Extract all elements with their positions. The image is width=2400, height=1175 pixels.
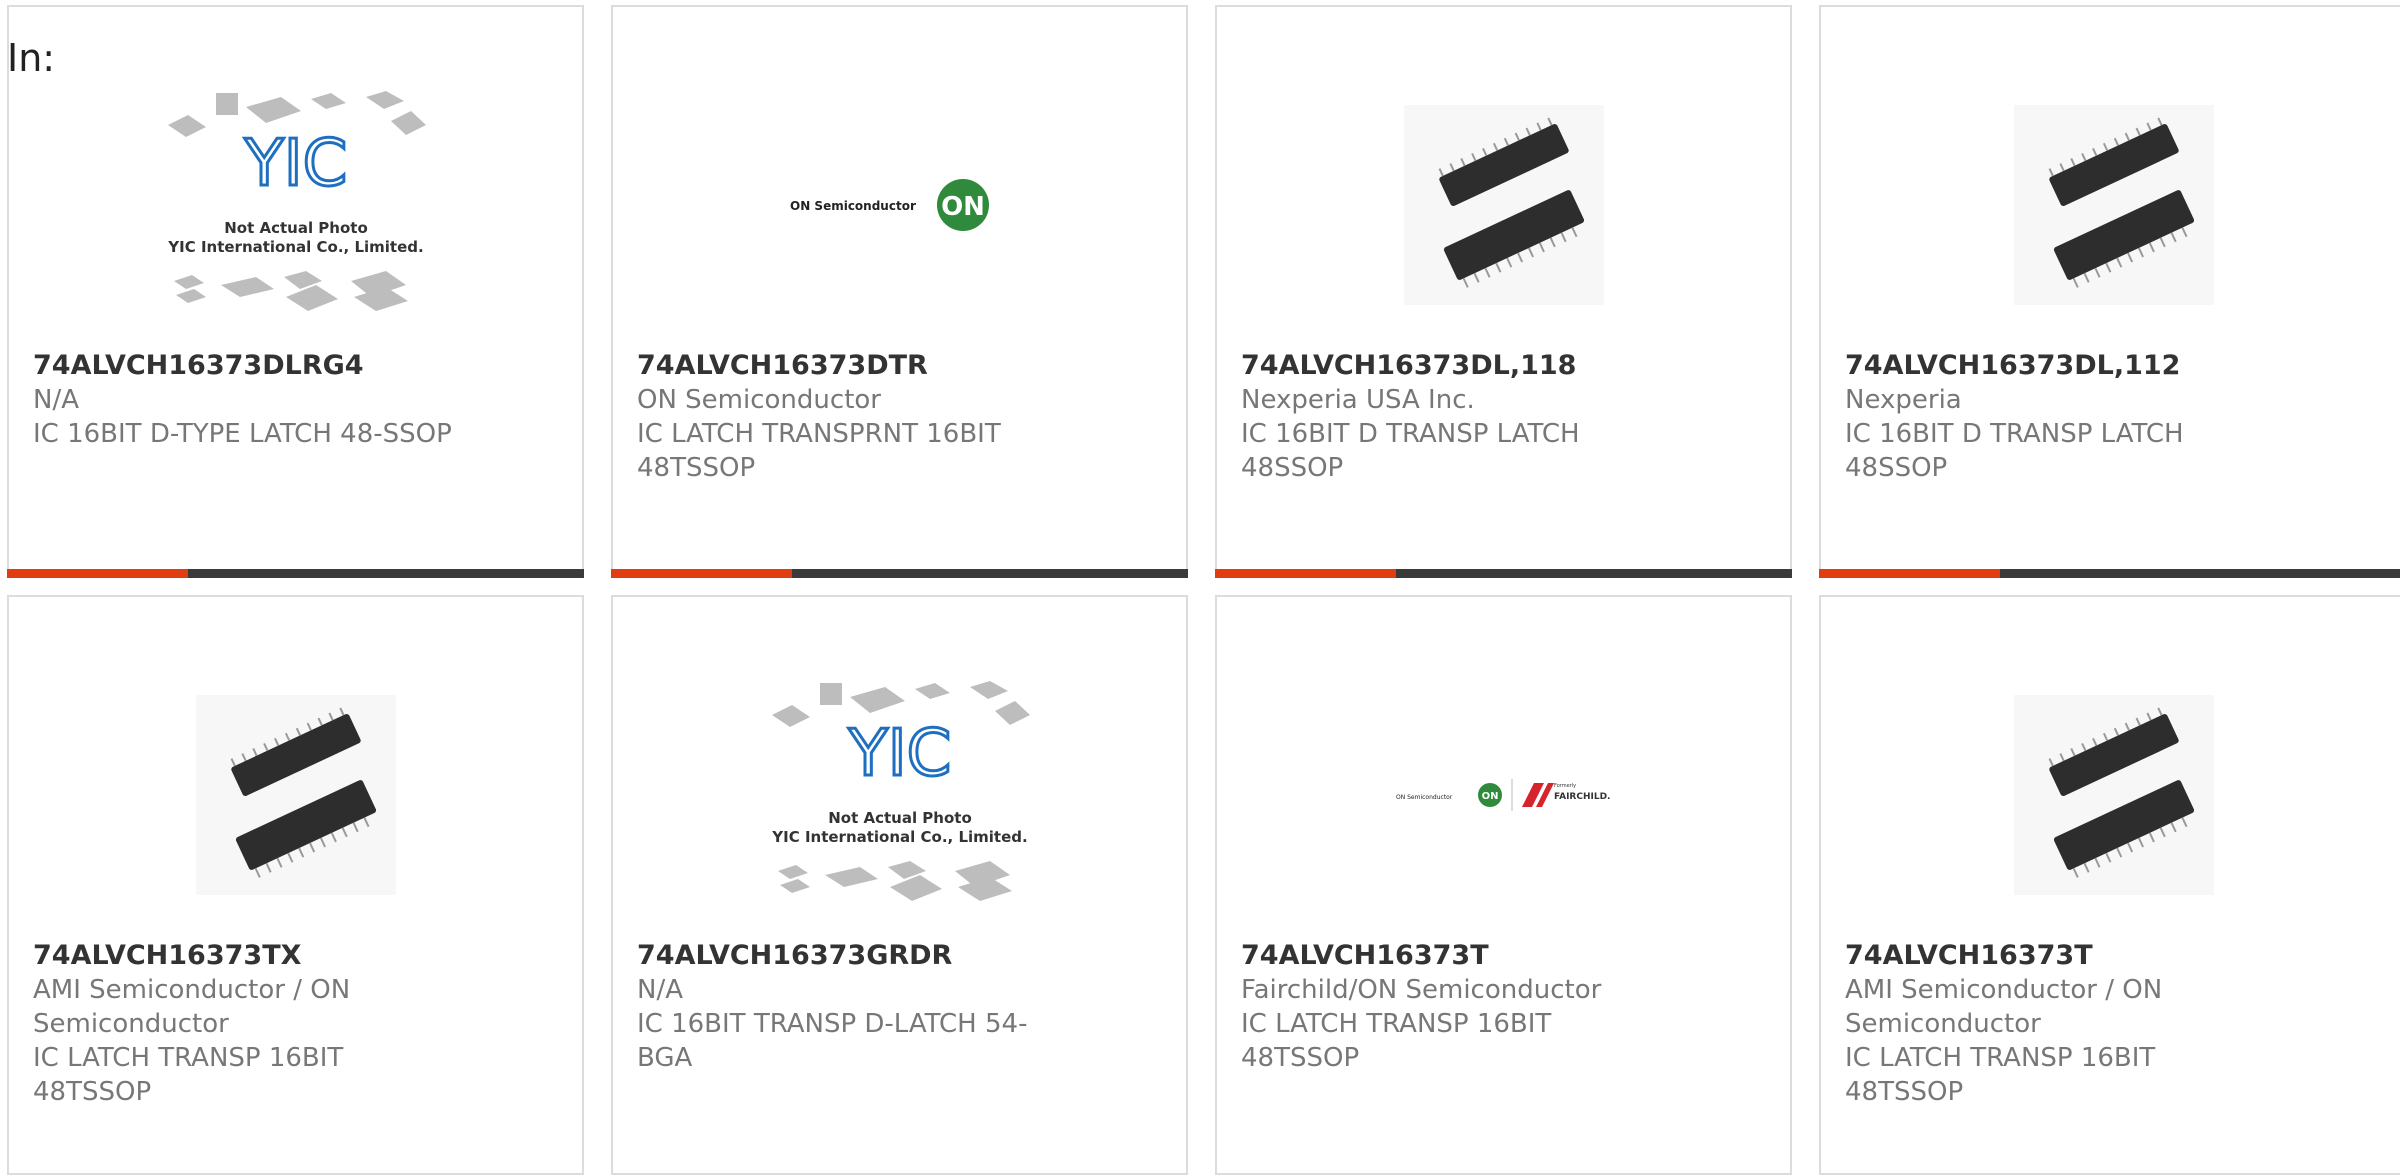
product-photo[interactable] bbox=[9, 652, 582, 937]
svg-text:YIC International Co., Limited: YIC International Co., Limited. bbox=[167, 238, 423, 256]
product-card[interactable]: YIC Not Actual Photo YIC International C… bbox=[611, 595, 1188, 1175]
description-line2: 48SSOP bbox=[1845, 453, 1948, 483]
part-number[interactable]: 74ALVCH16373GRDR bbox=[637, 939, 1077, 973]
svg-text:ON: ON bbox=[1481, 791, 1498, 802]
card-footer-accent bbox=[611, 569, 792, 578]
ssop-chip-image bbox=[2014, 694, 2214, 895]
yic-logo-text: YIC bbox=[243, 127, 347, 201]
product-photo[interactable] bbox=[1821, 62, 2400, 347]
yic-placeholder-image: YIC Not Actual Photo YIC International C… bbox=[771, 680, 1030, 901]
product-photo[interactable]: YIC Not Actual Photo YIC International C… bbox=[613, 652, 1186, 937]
svg-text:ON Semiconductor: ON Semiconductor bbox=[1396, 794, 1453, 801]
part-number[interactable]: 74ALVCH16373T bbox=[1845, 939, 2285, 973]
manufacturer: N/A bbox=[637, 975, 683, 1005]
product-photo[interactable] bbox=[1821, 652, 2400, 937]
description-line2: 48TSSOP bbox=[33, 1077, 152, 1107]
ssop-chip-image bbox=[195, 694, 396, 895]
product-photo[interactable]: YIC Not Actual Photo YIC International C… bbox=[9, 62, 582, 347]
description: IC LATCH TRANSPRNT 16BIT bbox=[637, 419, 1001, 449]
manufacturer: AMI Semiconductor / ON bbox=[33, 975, 351, 1005]
manufacturer-line2: Semiconductor bbox=[33, 1009, 229, 1039]
product-card[interactable]: ON Semiconductor ON Formerly FAIRCHILD. … bbox=[1215, 595, 1792, 1175]
product-card[interactable]: 74ALVCH16373T AMI Semiconductor / ON Sem… bbox=[1819, 595, 2400, 1175]
card-footer-accent bbox=[1215, 569, 1396, 578]
card-footer-bar bbox=[1819, 569, 2400, 578]
manufacturer: N/A bbox=[33, 385, 79, 415]
product-card[interactable]: 74ALVCH16373DL,112 Nexperia IC 16BIT D T… bbox=[1819, 5, 2400, 578]
ssop-chip-image bbox=[1403, 104, 1604, 305]
description: IC 16BIT D TRANSP LATCH bbox=[1241, 419, 1580, 449]
manufacturer: AMI Semiconductor / ON bbox=[1845, 975, 2163, 1005]
product-card[interactable]: 74ALVCH16373TX AMI Semiconductor / ON Se… bbox=[7, 595, 584, 1175]
description-line2: 48SSOP bbox=[1241, 453, 1344, 483]
product-photo[interactable]: ON Semiconductor ON Formerly FAIRCHILD. bbox=[1217, 652, 1790, 937]
svg-text:ON Semiconductor: ON Semiconductor bbox=[790, 199, 916, 213]
description-line2: 48TSSOP bbox=[637, 453, 756, 483]
svg-text:FAIRCHILD.: FAIRCHILD. bbox=[1554, 792, 1610, 802]
product-card[interactable]: ON Semiconductor ON 74ALVCH16373DTR ON S… bbox=[611, 5, 1188, 578]
part-number[interactable]: 74ALVCH16373T bbox=[1241, 939, 1681, 973]
product-card[interactable]: YIC Not Actual Photo YIC International C… bbox=[7, 5, 584, 578]
description: IC LATCH TRANSP 16BIT bbox=[33, 1043, 344, 1073]
card-footer-bar bbox=[611, 569, 1188, 578]
product-card[interactable]: 74ALVCH16373DL,118 Nexperia USA Inc. IC … bbox=[1215, 5, 1792, 578]
card-footer-accent bbox=[1819, 569, 2000, 578]
part-number[interactable]: 74ALVCH16373DL,118 bbox=[1241, 349, 1681, 383]
description-line2: 48TSSOP bbox=[1845, 1077, 1964, 1107]
description-line2: 48TSSOP bbox=[1241, 1043, 1360, 1073]
on-semiconductor-logo: ON Semiconductor ON bbox=[790, 178, 989, 231]
svg-text:Not Actual Photo: Not Actual Photo bbox=[828, 809, 972, 827]
yic-logo-text: YIC bbox=[847, 717, 951, 791]
description: IC LATCH TRANSP 16BIT bbox=[1845, 1043, 2156, 1073]
manufacturer-line2: Semiconductor bbox=[1845, 1009, 2041, 1039]
manufacturer: ON Semiconductor bbox=[637, 385, 881, 415]
part-number[interactable]: 74ALVCH16373DL,112 bbox=[1845, 349, 2285, 383]
manufacturer: Nexperia USA Inc. bbox=[1241, 385, 1475, 415]
description: IC LATCH TRANSP 16BIT bbox=[1241, 1009, 1552, 1039]
part-number[interactable]: 74ALVCH16373DLRG4 bbox=[33, 349, 473, 383]
svg-text:Not Actual Photo: Not Actual Photo bbox=[224, 219, 368, 237]
description: IC 16BIT D-TYPE LATCH 48-SSOP bbox=[33, 419, 452, 449]
fairchild-on-logo: ON Semiconductor ON Formerly FAIRCHILD. bbox=[1396, 778, 1610, 811]
description: IC 16BIT TRANSP D-LATCH 54- bbox=[637, 1009, 1028, 1039]
svg-text:ON: ON bbox=[941, 192, 985, 222]
description-line2: BGA bbox=[637, 1043, 693, 1073]
part-number[interactable]: 74ALVCH16373DTR bbox=[637, 349, 1077, 383]
card-footer-accent bbox=[7, 569, 188, 578]
svg-text:YIC International Co., Limited: YIC International Co., Limited. bbox=[771, 828, 1027, 846]
card-footer-bar bbox=[7, 569, 584, 578]
svg-text:Formerly: Formerly bbox=[1554, 783, 1576, 789]
product-photo[interactable] bbox=[1217, 62, 1790, 347]
part-number[interactable]: 74ALVCH16373TX bbox=[33, 939, 473, 973]
card-footer-bar bbox=[1215, 569, 1792, 578]
description: IC 16BIT D TRANSP LATCH bbox=[1845, 419, 2184, 449]
ssop-chip-image bbox=[2014, 104, 2214, 305]
yic-placeholder-image: YIC Not Actual Photo YIC International C… bbox=[167, 90, 426, 311]
product-photo[interactable]: ON Semiconductor ON bbox=[613, 62, 1186, 347]
manufacturer: Nexperia bbox=[1845, 385, 1962, 415]
in-label: In: bbox=[7, 36, 56, 80]
manufacturer: Fairchild/ON Semiconductor bbox=[1241, 975, 1602, 1005]
